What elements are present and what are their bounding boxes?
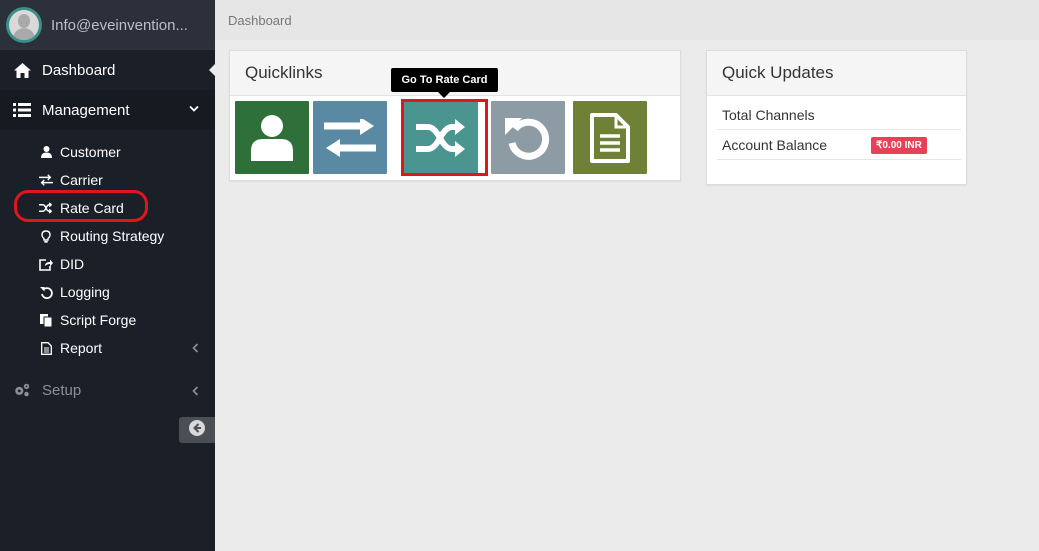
sidebar-item-customer[interactable]: Customer: [0, 138, 215, 166]
user-icon: [39, 145, 53, 159]
sidebar-item-label: Setup: [42, 381, 82, 399]
sidebar-item-label: Logging: [60, 284, 110, 300]
undo-icon: [39, 285, 53, 299]
sidebar-item-label: Carrier: [60, 172, 103, 188]
user-email: Info@eveinvention...: [51, 16, 188, 34]
total-channels-label: Total Channels: [722, 106, 815, 123]
sidebar-item-routing-strategy[interactable]: Routing Strategy: [0, 222, 215, 250]
quick-updates-title: Quick Updates: [707, 51, 966, 96]
total-channels-row: Total Channels: [717, 100, 961, 130]
account-balance-label: Account Balance: [722, 136, 828, 153]
sidebar-item-label: Report: [60, 340, 103, 356]
sidebar: Info@eveinvention... Dashboard Managemen…: [0, 0, 215, 551]
user-panel[interactable]: Info@eveinvention...: [0, 0, 215, 50]
gears-icon: [13, 381, 31, 399]
quicklink-report-tile[interactable]: [573, 101, 647, 174]
rate-card-tooltip: Go To Rate Card: [391, 68, 498, 98]
chevron-left-icon: [192, 342, 199, 356]
sidebar-item-logging[interactable]: Logging: [0, 278, 215, 306]
sidebar-item-label: DID: [60, 256, 85, 272]
arrow-circle-left-icon: [189, 419, 205, 441]
management-submenu: Customer Carrier Rate Card Routing Strat…: [0, 130, 215, 362]
copy-icon: [39, 313, 53, 327]
home-icon: [13, 61, 31, 79]
quicklink-customer-tile[interactable]: [235, 101, 309, 174]
list-icon: [13, 101, 31, 119]
sidebar-item-label: Management: [42, 101, 130, 119]
sidebar-item-management[interactable]: Management: [0, 90, 215, 130]
quicklink-logging-tile[interactable]: [491, 101, 565, 174]
sidebar-collapse-button[interactable]: [179, 417, 215, 443]
sidebar-item-setup[interactable]: Setup: [0, 370, 215, 410]
sidebar-item-script-forge[interactable]: Script Forge: [0, 306, 215, 334]
sidebar-item-did[interactable]: DID: [0, 250, 215, 278]
chevron-down-icon: [189, 102, 199, 116]
rate-card-highlight-annotation: [14, 190, 148, 222]
avatar: [6, 7, 42, 43]
sidebar-item-label: Routing Strategy: [60, 228, 165, 244]
chevron-left-icon: [192, 385, 199, 399]
exchange-icon: [324, 118, 376, 157]
quick-updates-panel: Quick Updates Total Channels Account Bal…: [706, 50, 967, 185]
sidebar-item-report[interactable]: Report: [0, 334, 215, 362]
breadcrumb: Dashboard: [215, 0, 1039, 40]
sidebar-item-label: Script Forge: [60, 312, 137, 328]
account-balance-badge: ₹0.00 INR: [871, 137, 927, 154]
file-text-icon: [590, 112, 630, 163]
lightbulb-icon: [39, 229, 53, 243]
sidebar-item-dashboard[interactable]: Dashboard: [0, 50, 215, 90]
exchange-icon: [39, 173, 53, 187]
file-text-icon: [39, 341, 53, 355]
user-icon: [251, 114, 293, 161]
sidebar-item-label: Dashboard: [42, 61, 116, 79]
account-balance-row: Account Balance ₹0.00 INR: [717, 130, 961, 160]
undo-icon: [505, 115, 551, 161]
breadcrumb-current: Dashboard: [228, 12, 292, 28]
rate-card-tile-highlight-annotation: [401, 99, 488, 176]
quicklink-carrier-tile[interactable]: [313, 101, 387, 174]
sidebar-item-label: Customer: [60, 144, 121, 160]
share-icon: [39, 257, 53, 271]
